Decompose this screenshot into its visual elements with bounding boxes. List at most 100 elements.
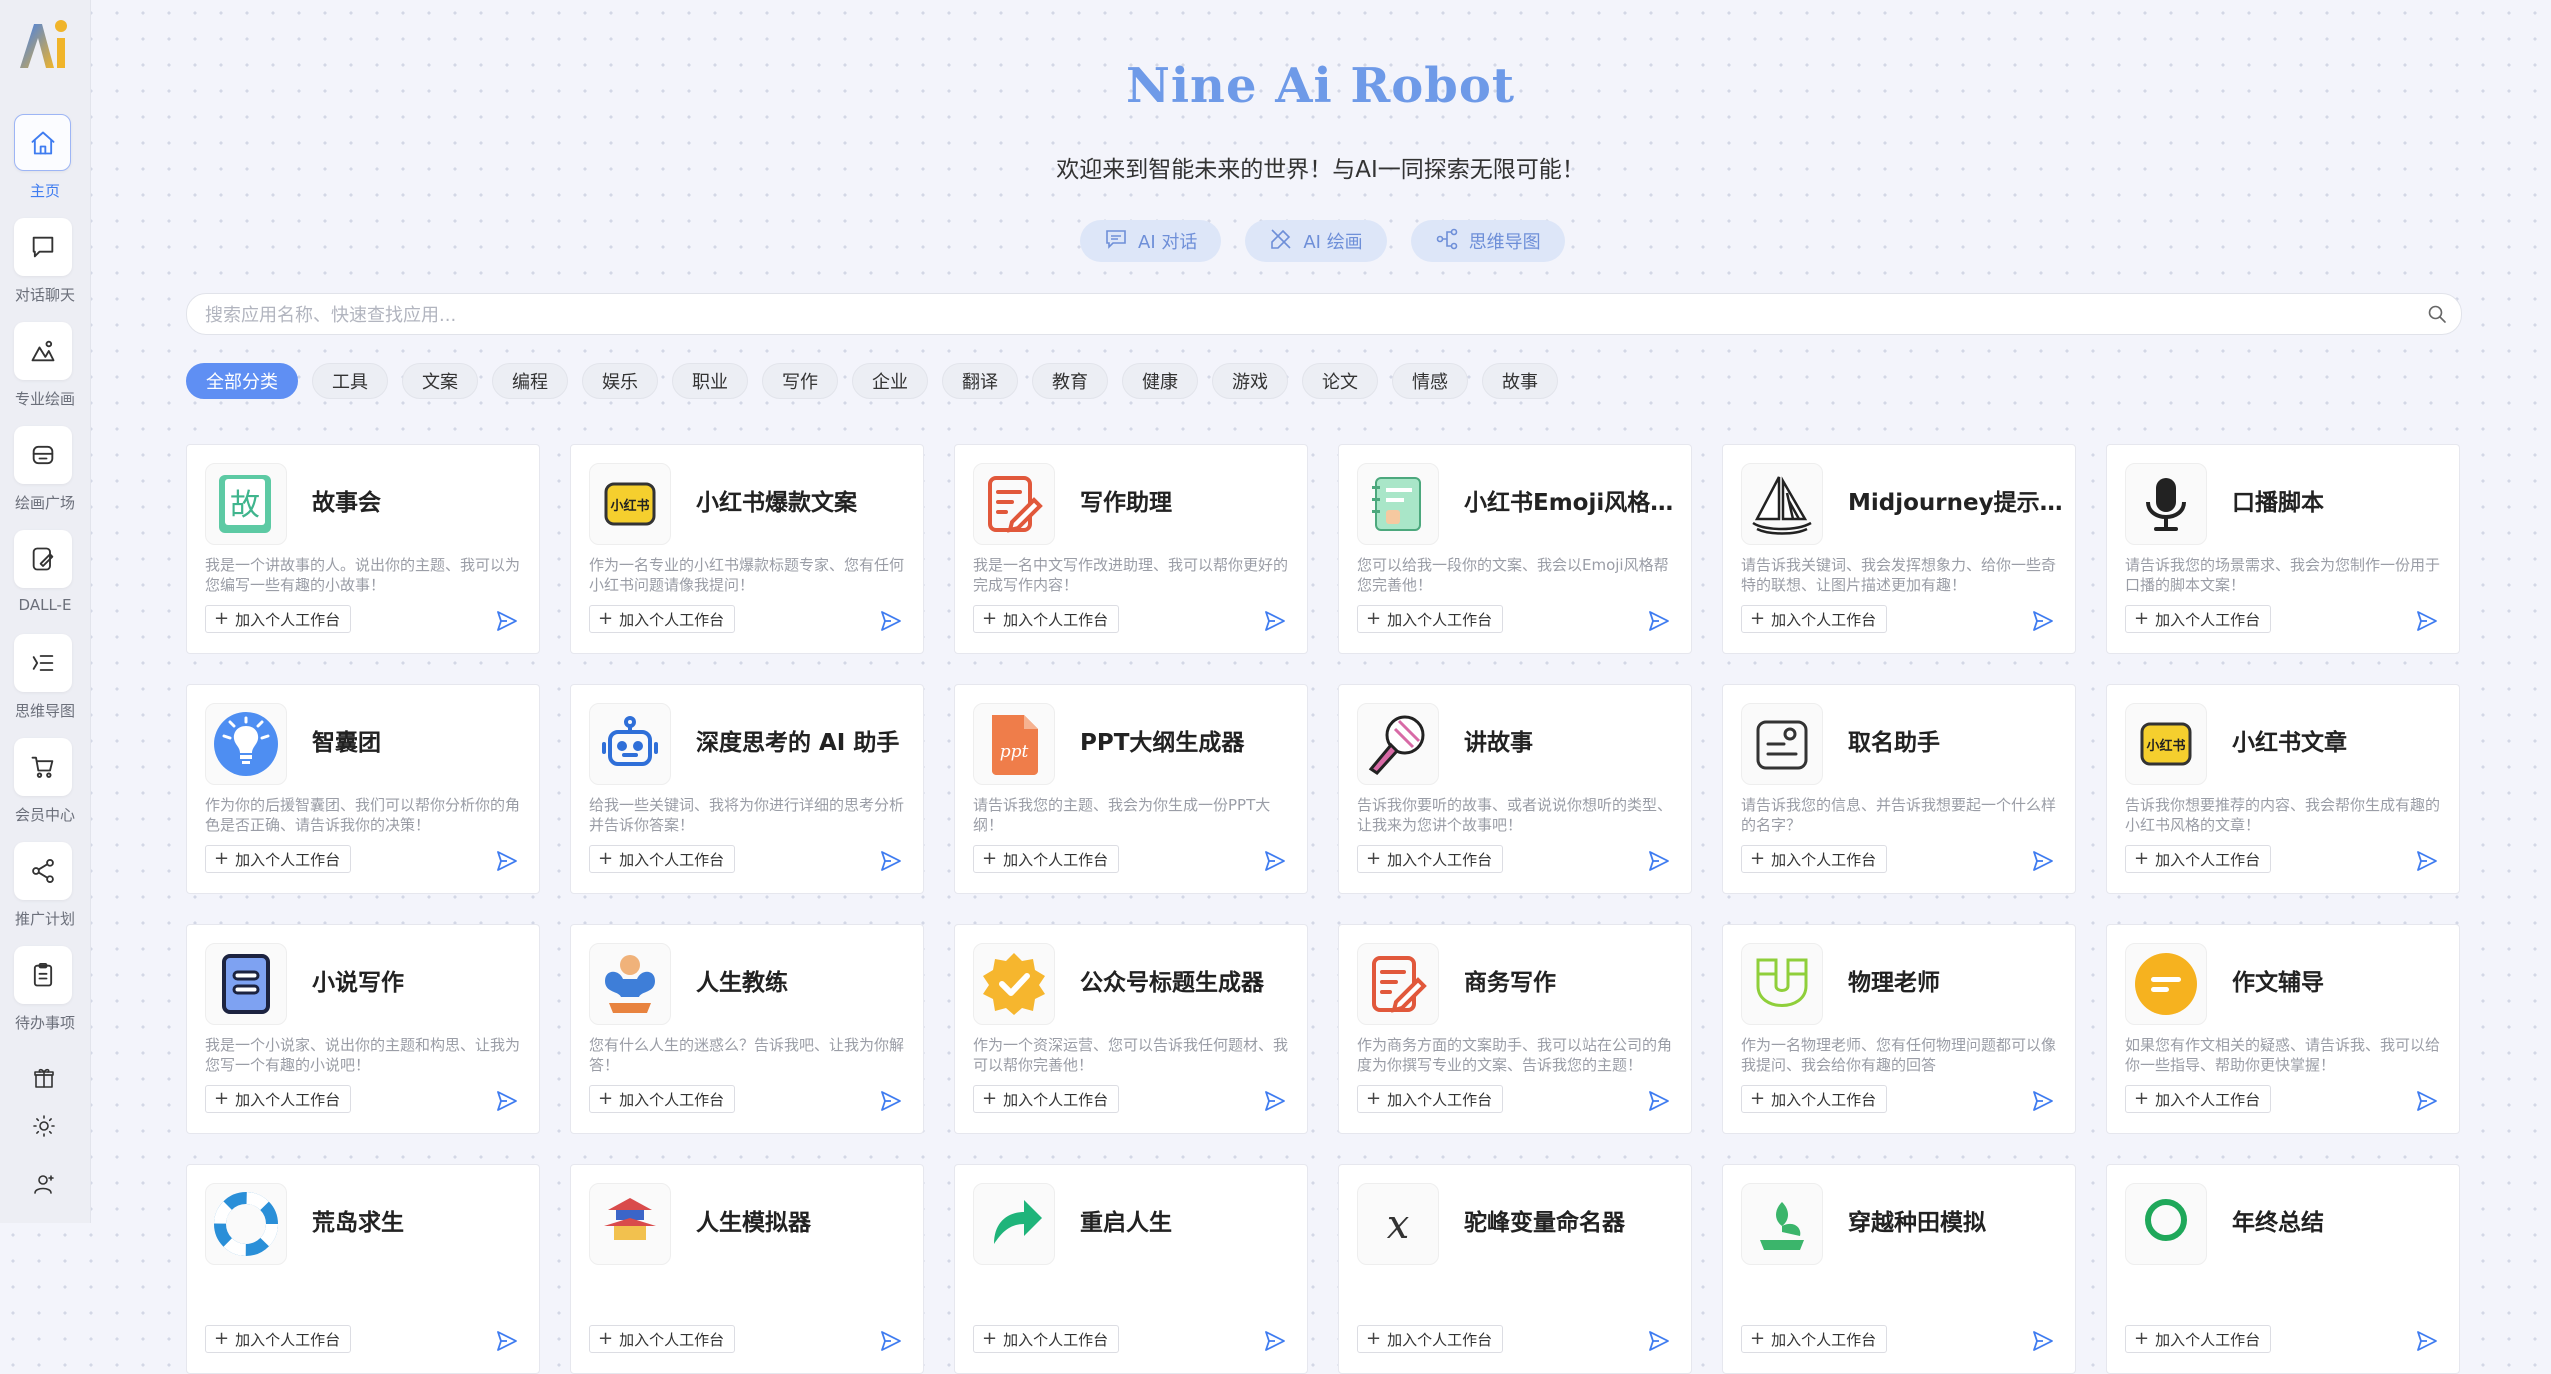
send-icon[interactable] (1263, 609, 1287, 637)
category-tab[interactable]: 写作 (762, 363, 838, 399)
category-tab[interactable]: 文案 (402, 363, 478, 399)
add-to-workspace-button[interactable]: + 加入个人工作台 (1741, 605, 1888, 633)
send-icon[interactable] (879, 1089, 903, 1117)
app-card[interactable]: 重启人生 + 加入个人工作台 (954, 1164, 1308, 1374)
quick-action-paint[interactable]: AI 绘画 (1245, 220, 1387, 262)
app-logo[interactable] (14, 14, 74, 74)
category-tab[interactable]: 编程 (492, 363, 568, 399)
add-to-workspace-button[interactable]: + 加入个人工作台 (589, 845, 736, 873)
category-tab[interactable]: 翻译 (942, 363, 1018, 399)
user-icon[interactable] (30, 1170, 58, 1198)
app-card[interactable]: 小说写作 我是一个小说家、说出你的主题和构思、让我为您写一个有趣的小说吧！ + 加… (186, 924, 540, 1134)
send-icon[interactable] (1647, 1089, 1671, 1117)
send-icon[interactable] (2415, 1329, 2439, 1357)
category-tab[interactable]: 教育 (1032, 363, 1108, 399)
add-to-workspace-button[interactable]: + 加入个人工作台 (1741, 1325, 1888, 1353)
category-tab[interactable]: 游戏 (1212, 363, 1288, 399)
app-card[interactable]: 取名助手 请告诉我您的信息、并告诉我想要起一个什么样的名字？ + 加入个人工作台 (1722, 684, 2076, 894)
add-to-workspace-button[interactable]: + 加入个人工作台 (2125, 605, 2272, 633)
app-card[interactable]: 深度思考的 AI 助手 给我一些关键词、我将为你进行详细的思考分析并告诉你答案！… (570, 684, 924, 894)
category-tab[interactable]: 全部分类 (186, 363, 298, 399)
sidebar-item-dalle[interactable]: DALL-E (0, 530, 90, 626)
send-icon[interactable] (2031, 609, 2055, 637)
add-to-workspace-button[interactable]: + 加入个人工作台 (2125, 1325, 2272, 1353)
sidebar-item-share[interactable]: 推广计划 (0, 842, 90, 938)
send-icon[interactable] (879, 849, 903, 877)
category-tab[interactable]: 工具 (312, 363, 388, 399)
search-icon[interactable] (2427, 304, 2447, 328)
send-icon[interactable] (2031, 849, 2055, 877)
add-to-workspace-button[interactable]: + 加入个人工作台 (973, 605, 1120, 633)
app-card[interactable]: 人生模拟器 + 加入个人工作台 (570, 1164, 924, 1374)
category-tab[interactable]: 职业 (672, 363, 748, 399)
sidebar-item-cart[interactable]: 会员中心 (0, 738, 90, 834)
add-to-workspace-button[interactable]: + 加入个人工作台 (1357, 845, 1504, 873)
send-icon[interactable] (1647, 609, 1671, 637)
send-icon[interactable] (879, 609, 903, 637)
add-to-workspace-button[interactable]: + 加入个人工作台 (973, 1325, 1120, 1353)
send-icon[interactable] (1647, 1329, 1671, 1357)
add-to-workspace-button[interactable]: + 加入个人工作台 (973, 845, 1120, 873)
send-icon[interactable] (2415, 609, 2439, 637)
sidebar-item-clipboard[interactable]: 待办事项 (0, 946, 90, 1042)
app-card[interactable]: 口播脚本 请告诉我您的场景需求、我会为您制作一份用于口播的脚本文案！ + 加入个人… (2106, 444, 2460, 654)
app-card[interactable]: 小红书Emoji风格文案 您可以给我一段你的文案、我会以Emoji风格帮您完善他… (1338, 444, 1692, 654)
category-tab[interactable]: 娱乐 (582, 363, 658, 399)
send-icon[interactable] (2415, 1089, 2439, 1117)
send-icon[interactable] (1263, 1089, 1287, 1117)
app-card[interactable]: 物理老师 作为一名物理老师、您有任何物理问题都可以像我提问、我会给你有趣的回答 … (1722, 924, 2076, 1134)
app-card[interactable]: 小红书 小红书文章 告诉我你想要推荐的内容、我会帮你生成有趣的小红书风格的文章！… (2106, 684, 2460, 894)
app-card[interactable]: 讲故事 告诉我你要听的故事、或者说说你想听的类型、让我来为您讲个故事吧！ + 加入… (1338, 684, 1692, 894)
sidebar-item-chat[interactable]: 对话聊天 (0, 218, 90, 314)
sidebar-item-gallery[interactable]: 绘画广场 (0, 426, 90, 522)
search-input[interactable] (203, 294, 2407, 336)
add-to-workspace-button[interactable]: + 加入个人工作台 (205, 1325, 352, 1353)
add-to-workspace-button[interactable]: + 加入个人工作台 (2125, 845, 2272, 873)
send-icon[interactable] (495, 849, 519, 877)
send-icon[interactable] (495, 1329, 519, 1357)
send-icon[interactable] (2031, 1089, 2055, 1117)
app-card[interactable]: 穿越种田模拟 + 加入个人工作台 (1722, 1164, 2076, 1374)
add-to-workspace-button[interactable]: + 加入个人工作台 (205, 605, 352, 633)
app-card[interactable]: 作文辅导 如果您有作文相关的疑惑、请告诉我、我可以给你一些指导、帮助你更快掌握！… (2106, 924, 2460, 1134)
send-icon[interactable] (2031, 1329, 2055, 1357)
add-to-workspace-button[interactable]: + 加入个人工作台 (1741, 1085, 1888, 1113)
app-card[interactable]: 智囊团 作为你的后援智囊团、我们可以帮你分析你的角色是否正确、请告诉我你的决策！… (186, 684, 540, 894)
send-icon[interactable] (495, 609, 519, 637)
app-card[interactable]: 商务写作 作为商务方面的文案助手、我可以站在公司的角度为你撰写专业的文案、告诉我… (1338, 924, 1692, 1134)
category-tab[interactable]: 情感 (1392, 363, 1468, 399)
send-icon[interactable] (2415, 849, 2439, 877)
send-icon[interactable] (1263, 1329, 1287, 1357)
sidebar-item-mindmap[interactable]: 思维导图 (0, 634, 90, 730)
app-card[interactable]: ppt PPT大纲生成器 请告诉我您的主题、我会为你生成一份PPT大纲！ + 加入… (954, 684, 1308, 894)
category-tab[interactable]: 论文 (1302, 363, 1378, 399)
category-tab[interactable]: 故事 (1482, 363, 1558, 399)
add-to-workspace-button[interactable]: + 加入个人工作台 (589, 1085, 736, 1113)
app-card[interactable]: x 驼峰变量命名器 + 加入个人工作台 (1338, 1164, 1692, 1374)
send-icon[interactable] (495, 1089, 519, 1117)
app-card[interactable]: 公众号标题生成器 作为一个资深运营、您可以告诉我任何题材、我可以帮你完善他！ +… (954, 924, 1308, 1134)
add-to-workspace-button[interactable]: + 加入个人工作台 (1357, 1085, 1504, 1113)
send-icon[interactable] (1647, 849, 1671, 877)
add-to-workspace-button[interactable]: + 加入个人工作台 (205, 845, 352, 873)
category-tab[interactable]: 企业 (852, 363, 928, 399)
app-card[interactable]: 写作助理 我是一名中文写作改进助理、我可以帮你更好的完成写作内容！ + 加入个人工… (954, 444, 1308, 654)
gift-icon[interactable] (30, 1064, 58, 1092)
app-card[interactable]: 人生教练 您有什么人生的迷惑么？告诉我吧、让我为你解答！ + 加入个人工作台 (570, 924, 924, 1134)
quick-action-chat[interactable]: AI 对话 (1080, 220, 1222, 262)
add-to-workspace-button[interactable]: + 加入个人工作台 (973, 1085, 1120, 1113)
send-icon[interactable] (1263, 849, 1287, 877)
add-to-workspace-button[interactable]: + 加入个人工作台 (1741, 845, 1888, 873)
add-to-workspace-button[interactable]: + 加入个人工作台 (205, 1085, 352, 1113)
add-to-workspace-button[interactable]: + 加入个人工作台 (1357, 605, 1504, 633)
add-to-workspace-button[interactable]: + 加入个人工作台 (2125, 1085, 2272, 1113)
add-to-workspace-button[interactable]: + 加入个人工作台 (589, 605, 736, 633)
app-card[interactable]: Midjourney提示词生成器 请告诉我关键词、我会发挥想象力、给你一些奇特的… (1722, 444, 2076, 654)
app-card[interactable]: 年终总结 + 加入个人工作台 (2106, 1164, 2460, 1374)
app-card[interactable]: 荒岛求生 + 加入个人工作台 (186, 1164, 540, 1374)
send-icon[interactable] (879, 1329, 903, 1357)
category-tab[interactable]: 健康 (1122, 363, 1198, 399)
quick-action-mindmap[interactable]: 思维导图 (1410, 220, 1565, 262)
sun-icon[interactable] (30, 1112, 58, 1140)
sidebar-item-home[interactable]: 主页 (0, 114, 90, 210)
